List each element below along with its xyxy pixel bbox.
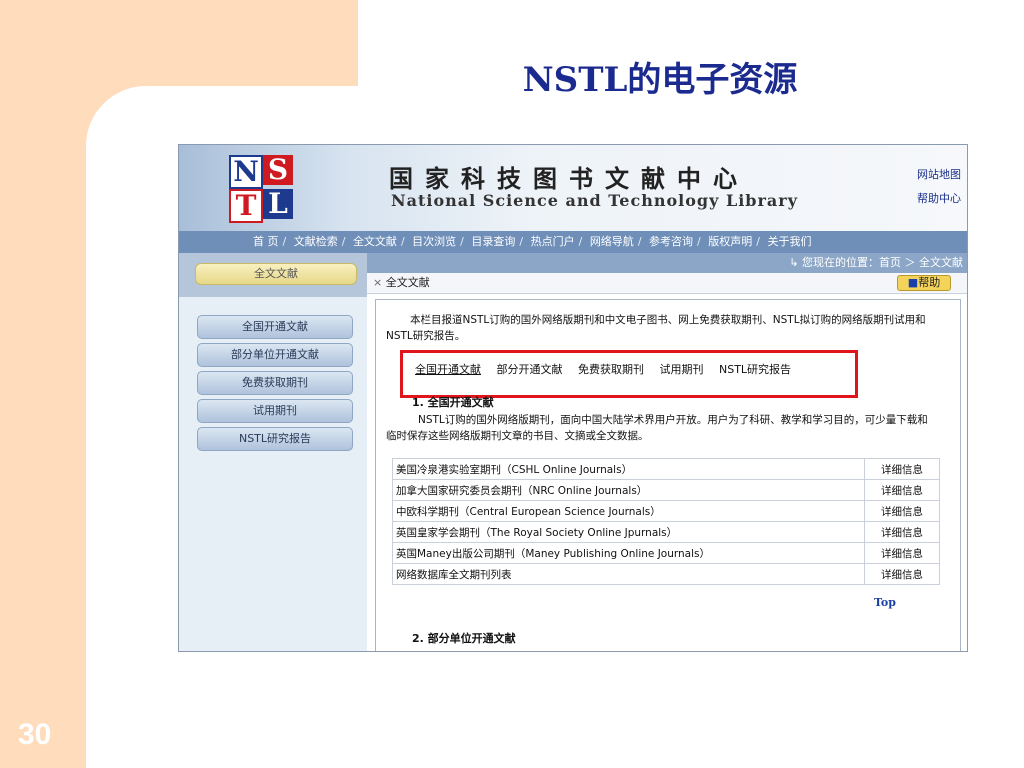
- section-2-title: 2. 部分单位开通文献: [412, 632, 516, 645]
- journal-name[interactable]: 英国Maney出版公司期刊（Maney Publishing Online Jo…: [392, 542, 865, 564]
- close-icon: ×: [373, 276, 383, 289]
- logo-letter-l: L: [263, 189, 293, 219]
- table-row: 网络数据库全文期刊列表 详细信息: [392, 563, 940, 585]
- nav-separator: /: [578, 235, 583, 248]
- nav-reference[interactable]: 参考咨询: [649, 235, 693, 248]
- logo-letter-t: T: [229, 189, 263, 223]
- main-nav: 首 页 / 文献检索 / 全文文献 / 目次浏览 / 目录查询 / 热点门户 / 网络导航 /…: [179, 231, 967, 253]
- location-text: ↳ 您现在的位置：首页 ＞ 全文文献: [789, 256, 963, 269]
- detail-link[interactable]: 详细信息: [864, 521, 940, 543]
- table-row: 美国冷泉港实验室期刊（CSHL Online Journals） 详细信息: [392, 458, 940, 480]
- help-center-link[interactable]: 帮助中心: [917, 187, 961, 211]
- nav-navigation[interactable]: 网络导航: [590, 235, 634, 248]
- table-row: 中欧科学期刊（Central European Science Journals…: [392, 500, 940, 522]
- website-screenshot: N S T L 国家科技图书文献中心 National Science and …: [178, 144, 968, 652]
- sidebar: 全文文献 全国开通文献 部分单位开通文献 免费获取期刊 试用期刊 NSTL研究报…: [179, 253, 367, 651]
- help-icon: ■: [907, 276, 919, 289]
- tab-free[interactable]: 免费获取期刊: [578, 363, 644, 376]
- tab-reports[interactable]: NSTL研究报告: [719, 363, 791, 376]
- breadcrumb: × 全文文献: [373, 276, 430, 289]
- site-title-cn: 国家科技图书文献中心: [389, 164, 749, 193]
- nav-separator: /: [400, 235, 405, 248]
- nav-fulltext[interactable]: 全文文献: [353, 235, 397, 248]
- journal-name[interactable]: 中欧科学期刊（Central European Science Journals…: [392, 500, 865, 522]
- sidebar-item-reports[interactable]: NSTL研究报告: [197, 427, 353, 451]
- intro-text: 本栏目报道NSTL订购的国外网络版期刊和中文电子图书、网上免费获取期刊、NSTL…: [386, 314, 926, 342]
- arrow-icon: ↳: [789, 256, 802, 269]
- sidebar-active-section[interactable]: 全文文献: [195, 263, 357, 285]
- sidebar-item-free[interactable]: 免费获取期刊: [197, 371, 353, 395]
- nav-separator: /: [341, 235, 346, 248]
- nav-separator: /: [460, 235, 464, 248]
- nav-copyright[interactable]: 版权声明: [708, 235, 752, 248]
- detail-link[interactable]: 详细信息: [864, 542, 940, 564]
- help-button[interactable]: ■帮助: [897, 275, 951, 291]
- main-content: ↳ 您现在的位置：首页 ＞ 全文文献 × 全文文献 ■帮助 本栏目报道NSTL订…: [367, 253, 967, 651]
- top-link[interactable]: Top: [874, 596, 896, 609]
- nav-separator: /: [282, 235, 287, 248]
- sidebar-item-national[interactable]: 全国开通文献: [197, 315, 353, 339]
- table-row: 英国Maney出版公司期刊（Maney Publishing Online Jo…: [392, 542, 940, 564]
- location-bar: ↳ 您现在的位置：首页 ＞ 全文文献: [367, 253, 967, 273]
- nav-catalog[interactable]: 目录查询: [471, 235, 515, 248]
- nav-home[interactable]: 首 页: [253, 235, 279, 248]
- section-1-title: 1. 全国开通文献: [412, 396, 494, 409]
- breadcrumb-bar: × 全文文献 ■帮助: [367, 273, 967, 294]
- nav-search[interactable]: 文献检索: [294, 235, 338, 248]
- logo-letter-n: N: [229, 155, 263, 189]
- table-row: 加拿大国家研究委员会期刊（NRC Online Journals） 详细信息: [392, 479, 940, 501]
- sidebar-item-partial[interactable]: 部分单位开通文献: [197, 343, 353, 367]
- detail-link[interactable]: 详细信息: [864, 563, 940, 585]
- slide-top-band: [0, 0, 358, 86]
- sidebar-header: 全文文献: [179, 253, 367, 297]
- section-1-text: NSTL订购的国外网络版期刊，面向中国大陆学术界用户开放。用户为了科研、教学和学…: [386, 414, 928, 442]
- nav-toc[interactable]: 目次浏览: [412, 235, 456, 248]
- slide-page-number: 30: [18, 718, 52, 751]
- detail-link[interactable]: 详细信息: [864, 458, 940, 480]
- sitemap-link[interactable]: 网站地图: [917, 163, 961, 187]
- nav-about[interactable]: 关于我们: [767, 235, 811, 248]
- nav-separator: /: [637, 235, 642, 248]
- site-title-en: National Science and Technology Library: [391, 191, 798, 210]
- nstl-logo[interactable]: N S T L: [227, 153, 297, 223]
- table-row: 英国皇家学会期刊（The Royal Society Online Jpurna…: [392, 521, 940, 543]
- nav-separator: /: [697, 235, 701, 248]
- journal-name[interactable]: 英国皇家学会期刊（The Royal Society Online Jpurna…: [392, 521, 865, 543]
- slide-title: NSTL的电子资源: [522, 60, 798, 100]
- tab-partial[interactable]: 部分开通文献: [497, 363, 563, 376]
- nav-separator: /: [756, 235, 760, 248]
- logo-letter-s: S: [263, 155, 293, 185]
- journal-name[interactable]: 加拿大国家研究委员会期刊（NRC Online Journals）: [392, 479, 865, 501]
- journal-name[interactable]: 网络数据库全文期刊列表: [392, 563, 865, 585]
- detail-link[interactable]: 详细信息: [864, 500, 940, 522]
- top-links: 网站地图 帮助中心: [917, 163, 961, 211]
- detail-link[interactable]: 详细信息: [864, 479, 940, 501]
- slide-left-band: [0, 0, 86, 768]
- journal-name[interactable]: 美国冷泉港实验室期刊（CSHL Online Journals）: [392, 458, 865, 480]
- category-tabs-highlight: 全国开通文献 部分开通文献 免费获取期刊 试用期刊 NSTL研究报告: [400, 350, 858, 398]
- site-banner: N S T L 国家科技图书文献中心 National Science and …: [179, 145, 967, 231]
- content-frame: 本栏目报道NSTL订购的国外网络版期刊和中文电子图书、网上免费获取期刊、NSTL…: [375, 299, 961, 651]
- sidebar-item-trial[interactable]: 试用期刊: [197, 399, 353, 423]
- nav-separator: /: [519, 235, 524, 248]
- nav-portal[interactable]: 热点门户: [531, 235, 575, 248]
- journal-table: 美国冷泉港实验室期刊（CSHL Online Journals） 详细信息 加拿…: [392, 458, 940, 585]
- tab-trial[interactable]: 试用期刊: [660, 363, 704, 376]
- tab-national[interactable]: 全国开通文献: [415, 363, 481, 376]
